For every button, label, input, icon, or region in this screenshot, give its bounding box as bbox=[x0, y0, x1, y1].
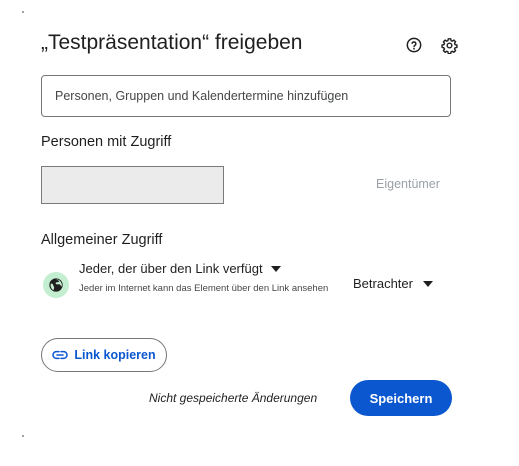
copy-link-button[interactable]: Link kopieren bbox=[41, 338, 167, 372]
person-entry-redacted bbox=[41, 166, 224, 204]
dropdown-triangle-icon bbox=[270, 265, 281, 272]
role-value: Betrachter bbox=[353, 276, 413, 291]
role-dropdown[interactable]: Betrachter bbox=[353, 276, 433, 291]
add-people-input[interactable] bbox=[41, 75, 451, 117]
general-access-heading: Allgemeiner Zugriff bbox=[41, 232, 163, 248]
help-button[interactable] bbox=[403, 34, 425, 56]
people-with-access-heading: Personen mit Zugriff bbox=[41, 134, 172, 150]
settings-button[interactable] bbox=[438, 34, 460, 56]
dropdown-triangle-icon bbox=[422, 280, 433, 287]
unsaved-changes-text: Nicht gespeicherte Änderungen bbox=[149, 391, 318, 405]
help-circle-icon bbox=[406, 37, 422, 53]
link-icon bbox=[52, 350, 69, 360]
owner-role-label: Eigentümer bbox=[376, 177, 440, 191]
gear-icon bbox=[440, 37, 458, 54]
general-access-value: Jeder, der über den Link verfügt bbox=[79, 261, 263, 276]
general-access-dropdown[interactable]: Jeder, der über den Link verfügt bbox=[79, 261, 281, 276]
stray-dot bbox=[22, 435, 24, 437]
globe-icon bbox=[49, 278, 63, 292]
general-access-description: Jeder im Internet kann das Element über … bbox=[79, 283, 329, 294]
dialog-title: „Testpräsentation“ freigeben bbox=[41, 31, 303, 54]
save-button[interactable]: Speichern bbox=[350, 380, 452, 416]
globe-badge bbox=[43, 272, 69, 298]
stray-dot bbox=[22, 11, 24, 13]
copy-link-label: Link kopieren bbox=[74, 348, 156, 362]
